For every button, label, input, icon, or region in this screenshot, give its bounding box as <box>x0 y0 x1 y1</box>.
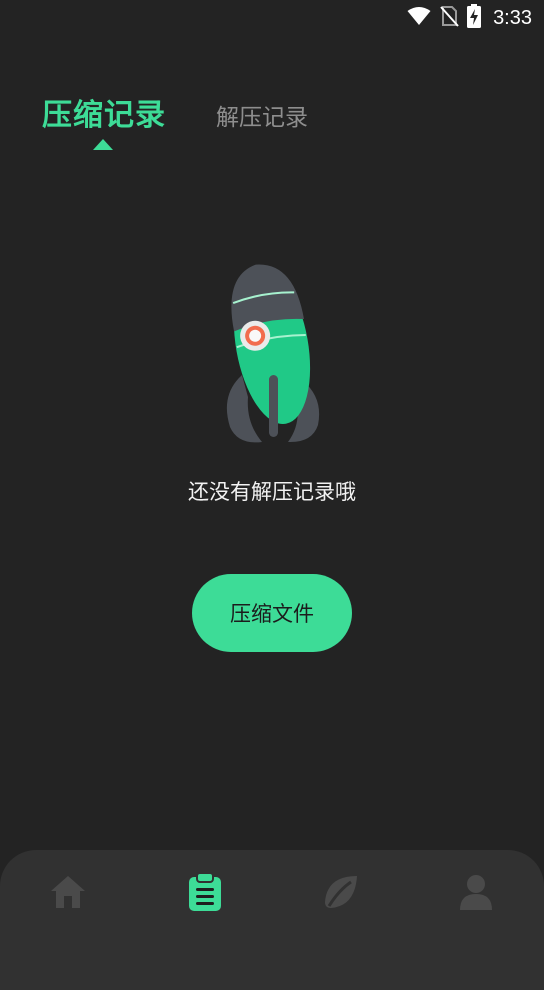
record-tabs: 压缩记录 解压记录 <box>42 90 522 160</box>
nav-profile[interactable] <box>454 872 498 916</box>
home-icon <box>48 872 88 916</box>
tab-compress-records[interactable]: 压缩记录 <box>42 90 166 134</box>
leaf-icon <box>321 872 361 916</box>
nav-records[interactable] <box>183 872 227 916</box>
compress-file-button[interactable]: 压缩文件 <box>192 574 352 652</box>
bottom-nav <box>0 850 544 990</box>
rocket-icon <box>210 255 335 450</box>
status-time: 3:33 <box>493 6 532 29</box>
nav-clean[interactable] <box>319 872 363 916</box>
empty-state-message: 还没有解压记录哦 <box>188 480 356 504</box>
person-icon <box>456 872 496 916</box>
status-icons: 3:33 <box>407 4 532 32</box>
status-bar: 3:33 <box>0 0 544 36</box>
no-sim-icon <box>439 5 459 31</box>
wifi-icon <box>407 6 431 30</box>
active-tab-indicator <box>93 139 113 150</box>
tab-decompress-records[interactable]: 解压记录 <box>216 98 308 132</box>
battery-charging-icon <box>467 4 482 32</box>
nav-home[interactable] <box>46 872 90 916</box>
clipboard-icon <box>186 872 224 916</box>
